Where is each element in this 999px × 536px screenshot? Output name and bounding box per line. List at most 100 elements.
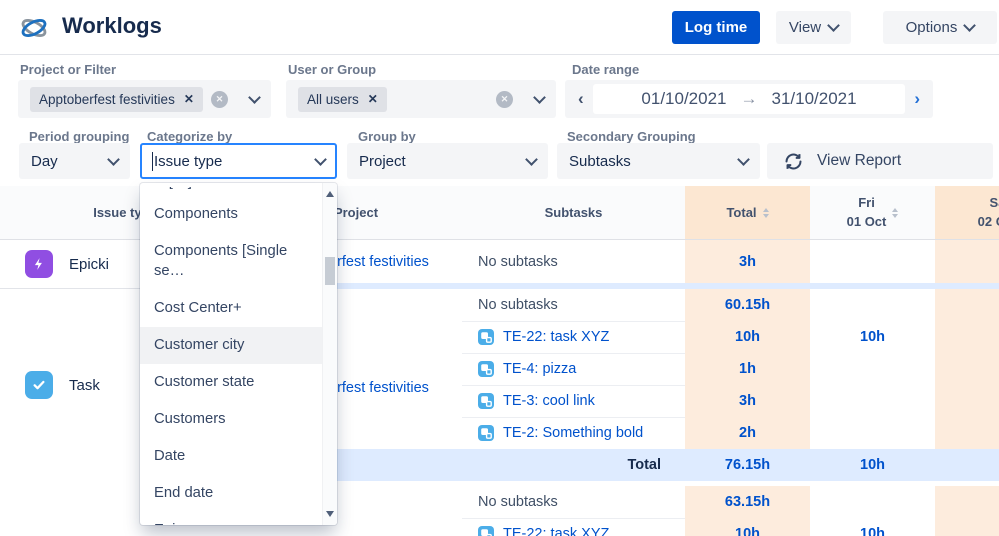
secondary-grouping-select[interactable]: Subtasks: [557, 143, 760, 179]
options-menu-button[interactable]: Options: [883, 11, 997, 44]
secondary-grouping-value: Subtasks: [569, 152, 631, 170]
view-menu-label: View: [788, 19, 822, 36]
subtask-cell: TE-22: task XYZ: [462, 321, 685, 353]
remove-tag-icon[interactable]: ✕: [184, 92, 194, 106]
subtask-label: Total: [627, 457, 661, 473]
clear-select-icon[interactable]: ✕: [211, 90, 228, 108]
date-range-field[interactable]: 01/10/2021 → 31/10/2021: [592, 84, 906, 114]
subtask-label[interactable]: TE-4: pizza: [503, 361, 576, 377]
subtask-label[interactable]: TE-2: Something bold: [503, 425, 643, 441]
dropdown-option[interactable]: Components: [140, 196, 322, 233]
subtask-label[interactable]: TE-22: task XYZ: [503, 526, 609, 536]
total-hours-cell: 3h: [685, 240, 810, 283]
refresh-icon: [785, 153, 802, 169]
subtask-cell: No subtasks: [462, 289, 685, 321]
task-icon: [25, 371, 53, 399]
fri-hours-cell: 10h: [860, 329, 885, 345]
clear-select-icon[interactable]: ✕: [496, 90, 513, 108]
sort-icon: [762, 207, 769, 218]
categorize-by-label: Categorize by: [147, 129, 233, 144]
subtask-cell: TE-2: Something bold: [462, 417, 685, 449]
sort-icon: [892, 207, 899, 218]
total-hours-cell: 10h: [685, 518, 810, 536]
sat-hours-cell: [935, 417, 999, 449]
sat-header-date: 02 Oct: [977, 213, 999, 229]
scroll-up-icon[interactable]: [326, 191, 334, 197]
sat-hours-cell: [935, 486, 999, 518]
subtask-label: No subtasks: [478, 253, 558, 270]
total-hours-cell: 60.15h: [685, 289, 810, 321]
issue-type-label: Task: [69, 376, 100, 394]
dropdown-option-label: Epic: [154, 522, 183, 525]
dropdown-option[interactable]: Epic: [140, 512, 322, 525]
chevron-down-icon: [963, 19, 977, 32]
worklogs-page: Worklogs Log time View Options Project o…: [0, 0, 999, 536]
subtask-icon: [478, 526, 494, 536]
view-report-label: View Report: [817, 152, 902, 169]
categorize-by-dropdown: …[…] Components Components [Single se… C…: [140, 183, 337, 525]
options-menu-label: Options: [905, 19, 958, 36]
dropdown-option[interactable]: Cost Center+: [140, 290, 322, 327]
group-by-select[interactable]: Project: [347, 143, 548, 179]
fri-hours-cell: [810, 353, 935, 385]
dropdown-option[interactable]: Date: [140, 438, 322, 475]
epic-icon: [25, 250, 53, 278]
sat-header-day: Sa: [989, 194, 999, 210]
fri-hours-cell: 10h: [860, 457, 885, 473]
fri-header-day: Fri: [858, 194, 875, 210]
dropdown-option[interactable]: Customer state: [140, 364, 322, 401]
dropdown-option[interactable]: Components [Single se…: [140, 233, 322, 290]
date-range-start: 01/10/2021: [641, 89, 727, 108]
subtask-cell: TE-4: pizza: [462, 353, 685, 385]
dropdown-option-partial: …[…]: [140, 187, 322, 196]
dropdown-option[interactable]: End date: [140, 475, 322, 512]
scrollbar-thumb[interactable]: [325, 257, 335, 285]
user-group-label: User or Group: [288, 62, 377, 77]
subtask-cell: Total: [462, 449, 685, 481]
total-header-label: Total: [726, 205, 757, 220]
user-group-tag-label: All users: [307, 91, 359, 107]
user-group-select[interactable]: All users ✕ ✕: [286, 80, 556, 118]
page-title: Worklogs: [62, 13, 162, 38]
subtask-label: No subtasks: [478, 494, 558, 510]
period-grouping-value: Day: [31, 152, 58, 170]
column-header-total[interactable]: Total: [685, 186, 810, 239]
subtask-cell: TE-3: cool link: [462, 385, 685, 417]
subtask-icon: [478, 329, 494, 345]
column-header-fri-01-oct[interactable]: Fri 01 Oct: [810, 186, 935, 239]
previous-period-button[interactable]: ‹: [573, 89, 589, 109]
fri-hours-cell: [810, 417, 935, 449]
chevron-down-icon[interactable]: [533, 90, 546, 104]
dropdown-option[interactable]: Customers: [140, 401, 322, 438]
next-period-button[interactable]: ›: [909, 89, 925, 109]
dropdown-scrollbar[interactable]: [322, 183, 337, 525]
subtask-label[interactable]: TE-3: cool link: [503, 393, 595, 409]
column-header-sat-02-oct: Sa 02 Oct: [935, 186, 999, 239]
view-report-button[interactable]: View Report: [767, 143, 993, 179]
sat-hours-cell: [935, 321, 999, 353]
log-time-button[interactable]: Log time: [672, 11, 760, 44]
dropdown-option-label: End date: [154, 485, 214, 501]
total-hours-cell: 3h: [685, 385, 810, 417]
scroll-down-icon[interactable]: [326, 511, 334, 517]
total-hours-cell: 1h: [685, 353, 810, 385]
dropdown-option-label: Customer state: [154, 374, 255, 390]
subtask-icon: [478, 393, 494, 409]
dropdown-option-list: …[…] Components Components [Single se… C…: [140, 183, 322, 525]
subtask-cell: No subtasks: [462, 240, 685, 283]
categorize-by-select[interactable]: Issue type: [140, 143, 337, 179]
sat-hours-cell: [935, 449, 999, 481]
view-menu-button[interactable]: View: [776, 11, 851, 44]
chevron-down-icon: [827, 19, 840, 32]
subtask-label[interactable]: TE-22: task XYZ: [503, 329, 609, 345]
user-group-tag: All users ✕: [298, 86, 387, 112]
dropdown-option[interactable]: Customer city: [140, 327, 322, 364]
chevron-down-icon[interactable]: [248, 90, 261, 104]
dropdown-option-label: Date: [154, 448, 186, 464]
app-logo-icon: [21, 18, 47, 38]
remove-tag-icon[interactable]: ✕: [368, 92, 378, 106]
categorize-by-value: Issue type: [154, 152, 223, 170]
project-filter-select[interactable]: Apptoberfest festivities ✕ ✕: [18, 80, 271, 118]
period-grouping-select[interactable]: Day: [19, 143, 130, 179]
period-grouping-label: Period grouping: [29, 129, 130, 144]
